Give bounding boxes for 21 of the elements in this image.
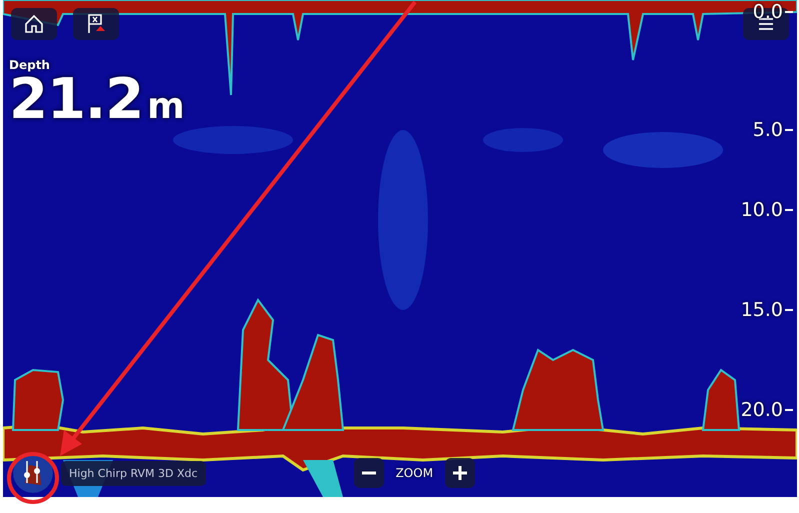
transducer-settings-icon[interactable] xyxy=(13,453,53,493)
home-icon xyxy=(24,14,44,34)
depth-scale-label: 5.0 xyxy=(752,119,783,141)
depth-scale-label: 10.0 xyxy=(740,199,783,221)
structure-echo xyxy=(702,368,740,431)
transducer-label[interactable]: High Chirp RVM 3D Xdc xyxy=(61,460,206,486)
zoom-out-button[interactable] xyxy=(354,458,384,488)
annotation-circle xyxy=(7,452,59,504)
zoom-in-button[interactable] xyxy=(445,458,476,488)
home-button[interactable] xyxy=(11,8,57,40)
waypoint-button[interactable] xyxy=(73,8,119,40)
depth-unit: m xyxy=(147,86,185,127)
structure-echo xyxy=(12,368,64,431)
depth-scale-label: 0.0 xyxy=(752,1,783,23)
flag-icon xyxy=(85,13,107,35)
echo-trail xyxy=(303,460,343,497)
depth-scale-label: 15.0 xyxy=(740,299,783,321)
zoom-label: ZOOM xyxy=(396,466,434,480)
depth-scale-label: 20.0 xyxy=(740,399,783,421)
depth-label: Depth xyxy=(9,58,51,72)
depth-value: 21.2 xyxy=(9,72,144,128)
